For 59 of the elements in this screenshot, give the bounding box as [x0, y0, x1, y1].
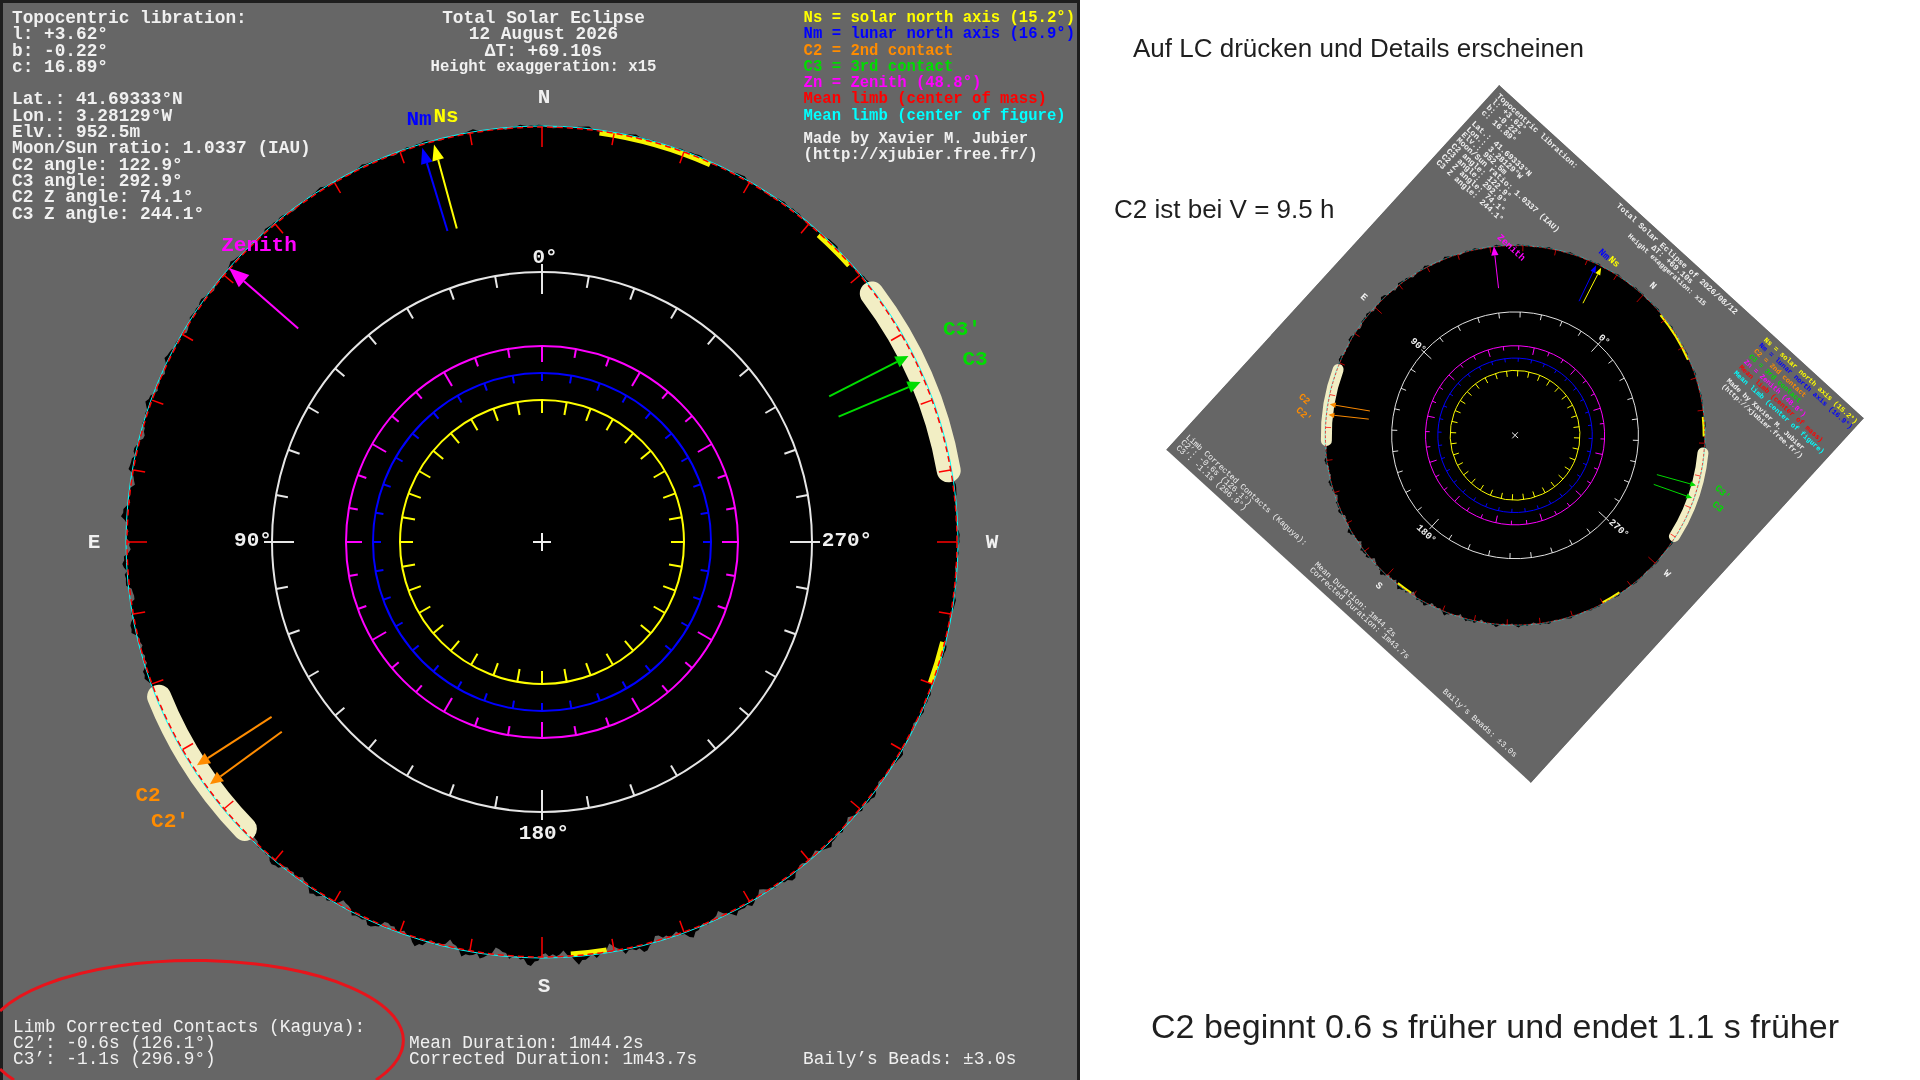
contacts-heading: Limb Corrected Contacts (Kaguya):	[13, 1019, 366, 1035]
exaggeration-note: Height exaggeration: x15	[430, 58, 657, 76]
bead-mark	[927, 641, 946, 685]
contact-label: C3'	[943, 317, 981, 341]
observer-info: Lon.: 3.28129°W	[12, 107, 173, 125]
legend-entry: Mean limb (center of figure)	[803, 107, 1066, 125]
conclusion-text: C2 beginnt 0.6 s früher und endet 1.1 s früher	[1151, 1006, 1839, 1046]
credit-text: Made by Xavier M. Jubier	[803, 131, 1029, 148]
credit-url: (http://xjubier.free.fr/)	[803, 147, 1038, 164]
observer-info: Lat.: 41.69333°N	[12, 91, 183, 108]
axis-label: Ns	[433, 104, 459, 128]
legend-entry: C2 = 2nd contact	[803, 42, 954, 59]
observer-info: C3 angle: 292.9°	[12, 172, 183, 190]
contact-label: C2	[135, 783, 161, 807]
angle-label: 270°	[821, 528, 873, 552]
contact-label: C3	[1709, 499, 1726, 515]
eclipse-title-line: 12 August 2026	[468, 26, 619, 43]
baily-beads-note: Baily’s Beads: ±3.0s	[803, 1051, 1017, 1067]
contact-label: C2'	[151, 809, 189, 833]
contact-label: C3	[962, 347, 988, 371]
angle-label: 0°	[532, 245, 558, 269]
libration-heading: Topocentric libration:	[12, 10, 247, 27]
compass-label: E	[87, 530, 101, 554]
contact-correction: C2’: -0.6s (126.1°)	[13, 1035, 216, 1051]
legend-entry: Ns = solar north axis (15.2°)	[803, 10, 1075, 27]
mean-duration: Mean Duration: 1m44.2s	[409, 1035, 644, 1051]
compass-label: N	[537, 85, 551, 109]
compass-label: S	[537, 974, 551, 998]
compass-label: S	[1373, 579, 1385, 592]
compass-label: W	[1661, 567, 1673, 580]
libration-value: b: -0.22°	[12, 42, 109, 59]
eclipse-title-line: Total Solar Eclipse	[442, 10, 645, 27]
legend-entry: Zn = Zenith (48.8°)	[803, 75, 982, 92]
corrected-duration: Corrected Duration: 1m43.7s	[409, 1051, 698, 1067]
legend-entry: Nm = lunar north axis (16.9°)	[803, 26, 1075, 43]
legend-entry: C3 = 3rd contact	[803, 58, 954, 76]
observer-info: Elv.: 952.5m	[12, 124, 141, 141]
angle-label: 180°	[1413, 522, 1439, 546]
axis-label: Nm	[406, 107, 432, 131]
bead-mark	[570, 947, 607, 957]
instruction-text: Auf LC drücken und Details erscheinen	[1133, 33, 1584, 63]
observer-info: C2 angle: 122.9°	[12, 156, 183, 173]
center-cross-icon	[532, 532, 552, 552]
compass-label: W	[985, 530, 999, 554]
libration-value: c: 16.89°	[12, 58, 109, 76]
angle-label: 180°	[518, 821, 570, 845]
observer-info: C3 Z angle: 244.1°	[12, 205, 205, 222]
slide-note: C2 ist bei V = 9.5 h	[1114, 194, 1335, 224]
angle-label: 90°	[234, 528, 272, 552]
observer-info: C2 Z angle: 74.1°	[12, 189, 194, 206]
compass-label: E	[1358, 291, 1370, 304]
libration-value: l: +3.62°	[12, 26, 109, 43]
legend-entry: Mean limb (center of mass)	[803, 91, 1047, 108]
bead-mark	[816, 233, 851, 268]
observer-info: Moon/Sun ratio: 1.0337 (IAU)	[12, 140, 311, 157]
contact-correction: C3’: -1.1s (296.9°)	[13, 1051, 216, 1067]
angle-label: 90°	[1408, 335, 1429, 356]
angle-label: 0°	[1595, 332, 1612, 348]
angle-label: 270°	[1606, 516, 1631, 541]
